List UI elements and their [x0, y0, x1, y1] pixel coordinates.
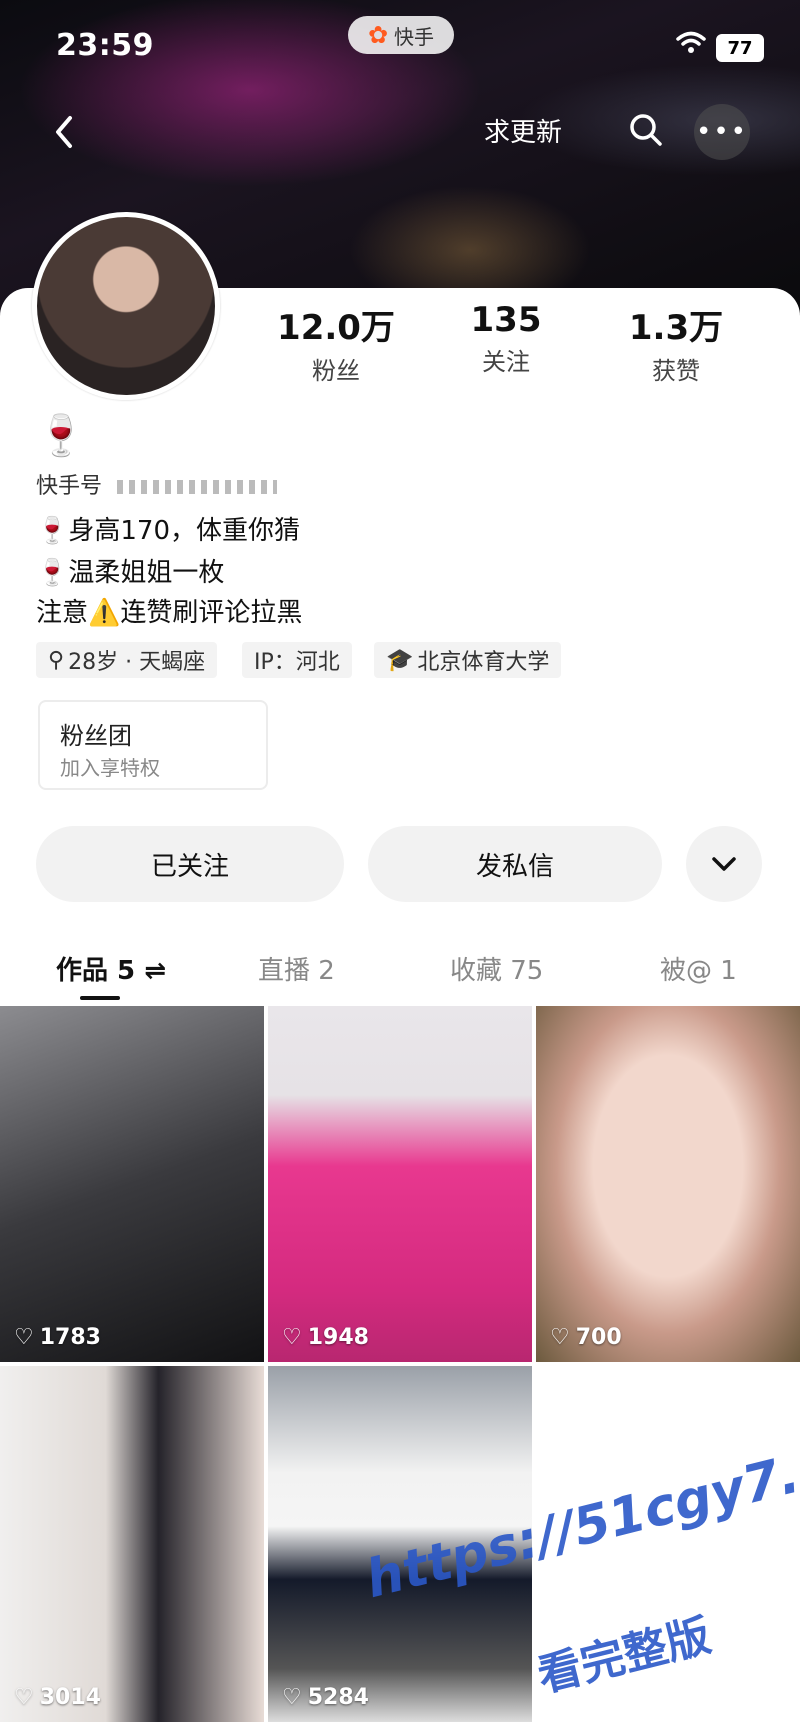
video-likes-count: 3014	[39, 1685, 101, 1710]
video-likes: ♡ 700	[550, 1325, 622, 1350]
back-icon[interactable]	[46, 112, 86, 152]
profile-name: 🍷	[36, 413, 86, 459]
location-pin-icon: ⚲	[48, 647, 65, 673]
followers-label: 粉丝	[312, 357, 360, 385]
graduation-cap-icon: 🎓	[386, 647, 414, 673]
tag-age-zodiac-label: 28岁 · 天蝎座	[68, 650, 206, 675]
video-likes-count: 1948	[307, 1325, 369, 1350]
heart-icon: ♡	[282, 1325, 302, 1350]
following-label: 关注	[482, 348, 530, 376]
video-likes: ♡ 1948	[282, 1325, 369, 1350]
likes-count: 1.3万	[628, 308, 724, 348]
chevron-down-icon	[712, 857, 736, 871]
search-icon[interactable]	[628, 112, 664, 148]
video-likes-count: 5284	[307, 1685, 369, 1710]
kuaishou-id-row[interactable]: 快手号	[36, 468, 278, 500]
kuaishou-id-redacted	[117, 480, 278, 494]
kuaishou-logo-icon: ✿	[367, 21, 389, 49]
video-thumbnail[interactable]: ♡ 1948	[268, 1006, 532, 1362]
heart-icon: ♡	[14, 1685, 34, 1710]
following-count: 135	[470, 300, 542, 340]
bio-line-1: 🍷身高170，体重你猜	[36, 516, 300, 546]
followed-button[interactable]: 已关注	[36, 826, 344, 902]
avatar[interactable]	[32, 212, 220, 400]
bio-line-3: 注意⚠️连赞刷评论拉黑	[36, 598, 303, 628]
stat-following[interactable]: 135 关注	[426, 300, 586, 377]
video-likes-count: 700	[575, 1325, 622, 1350]
heart-icon: ♡	[282, 1685, 302, 1710]
wifi-icon	[676, 31, 706, 53]
app-indicator-chip: ✿ 快手	[348, 16, 454, 54]
tab-mentions[interactable]: 被@ 1	[660, 950, 737, 987]
heart-icon: ♡	[14, 1325, 34, 1350]
tag-school-label: 北京体育大学	[417, 650, 550, 675]
battery-indicator: 77	[716, 34, 764, 62]
tag-ip-label: IP：河北	[254, 650, 340, 675]
tab-works[interactable]: 作品 5 ⇌	[56, 950, 166, 987]
fan-group-card[interactable]: 粉丝团 加入享特权	[38, 700, 268, 790]
video-thumbnail[interactable]: ♡ 1783	[0, 1006, 264, 1362]
app-name: 快手	[394, 24, 435, 49]
likes-label: 获赞	[652, 357, 700, 385]
request-update-button[interactable]: 求更新	[484, 112, 562, 149]
tag-ip: IP：河北	[242, 642, 352, 678]
heart-icon: ♡	[550, 1325, 570, 1350]
tab-favorites[interactable]: 收藏 75	[450, 950, 543, 987]
video-thumbnail[interactable]: ♡ 3014	[0, 1366, 264, 1722]
tag-school: 🎓 北京体育大学	[374, 642, 562, 678]
video-likes: ♡ 3014	[14, 1685, 101, 1710]
message-button[interactable]: 发私信	[368, 826, 662, 902]
followers-count: 12.0万	[277, 308, 395, 348]
fan-group-subtitle: 加入享特权	[60, 756, 160, 780]
status-time: 23:59	[56, 28, 154, 63]
fan-group-title: 粉丝团	[60, 722, 132, 750]
recommend-dropdown-button[interactable]	[686, 826, 762, 902]
tag-age-zodiac: ⚲ 28岁 · 天蝎座	[36, 642, 218, 678]
active-tab-indicator	[80, 996, 120, 1000]
bio-line-2: 🍷温柔姐姐一枚	[36, 558, 225, 588]
tab-live[interactable]: 直播 2	[258, 950, 335, 987]
more-options-button[interactable]: •••	[694, 104, 750, 160]
video-thumbnail[interactable]: ♡ 700	[536, 1006, 800, 1362]
video-likes-count: 1783	[39, 1325, 101, 1350]
more-dots-icon: •••	[695, 117, 748, 147]
stat-followers[interactable]: 12.0万 粉丝	[256, 300, 416, 386]
video-likes: ♡ 1783	[14, 1325, 101, 1350]
stat-likes[interactable]: 1.3万 获赞	[596, 300, 756, 386]
kuaishou-id-label: 快手号	[36, 474, 103, 499]
video-likes: ♡ 5284	[282, 1685, 369, 1710]
